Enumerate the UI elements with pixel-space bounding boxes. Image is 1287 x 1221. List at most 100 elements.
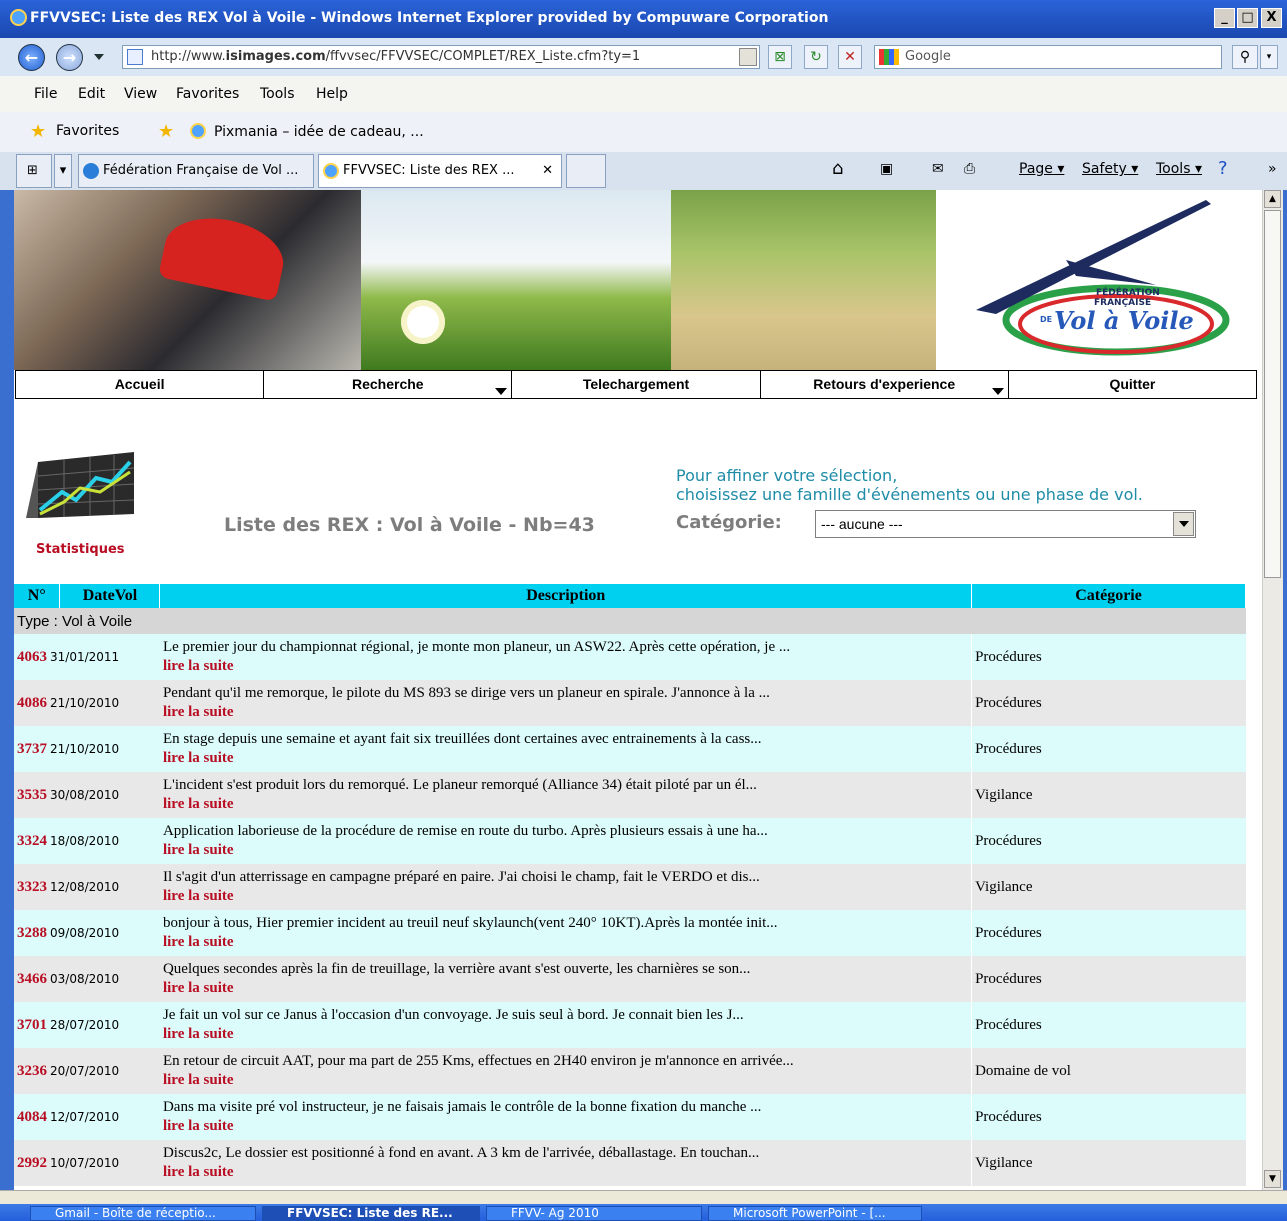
search-icon[interactable]: ⚲ — [1232, 45, 1258, 69]
dropdown-arrow-icon[interactable] — [1173, 512, 1194, 536]
print-icon[interactable]: ⎙ — [964, 161, 975, 177]
nav-quitter[interactable]: Quitter — [1009, 371, 1256, 398]
stop-icon[interactable]: ✕ — [838, 45, 862, 69]
tab-list-dropdown[interactable]: ▾ — [54, 154, 72, 188]
menu-favorites[interactable]: Favorites — [176, 86, 239, 102]
statistics-link[interactable] — [24, 452, 136, 520]
header-date[interactable]: DateVol — [59, 584, 161, 608]
category-cell: Procédures — [971, 910, 1246, 956]
read-more-link[interactable]: lire la suite — [163, 657, 970, 676]
favorite-link-pixmania[interactable]: Pixmania – idée de cadeau, ... — [214, 124, 424, 140]
description-cell: Le premier jour du championnat régional,… — [159, 634, 972, 680]
table-row: 4084 12/07/2010 Dans ma visite pré vol ins… — [14, 1094, 1246, 1140]
vertical-scrollbar[interactable]: ▲ ▼ — [1262, 190, 1283, 1190]
nav-recherche[interactable]: Recherche — [264, 371, 513, 398]
rex-number-link[interactable]: 4084 — [17, 1109, 47, 1125]
rex-number-link[interactable]: 3701 — [17, 1017, 47, 1033]
mail-icon[interactable]: ✉ — [932, 161, 944, 177]
rex-number-link[interactable]: 3324 — [17, 833, 47, 849]
compat-view-icon[interactable]: ⊠ — [768, 45, 792, 69]
minimize-button[interactable]: _ — [1214, 8, 1235, 28]
table-row: 2992 10/07/2010 Discus2c, Le dossier est p… — [14, 1140, 1246, 1186]
refresh-icon[interactable]: ↻ — [804, 45, 828, 69]
category-cell: Vigilance — [971, 1140, 1246, 1186]
read-more-link[interactable]: lire la suite — [163, 1163, 970, 1182]
header-description[interactable]: Description — [159, 584, 973, 608]
rex-number-link[interactable]: 3236 — [17, 1063, 47, 1079]
scroll-up-icon[interactable]: ▲ — [1264, 190, 1281, 208]
table-row: 3236 20/07/2010 En retour de circuit AAT, … — [14, 1048, 1246, 1094]
taskbar-ffvv-folder[interactable]: FFVV- Ag 2010 — [486, 1206, 702, 1221]
rex-number-link[interactable]: 3323 — [17, 879, 47, 895]
rex-number-link[interactable]: 3466 — [17, 971, 47, 987]
table-header-row: N° DateVol Description Catégorie — [14, 584, 1246, 608]
flight-date: 21/10/2010 — [50, 695, 120, 710]
home-icon[interactable]: ⌂ — [832, 158, 843, 179]
read-more-link[interactable]: lire la suite — [163, 841, 970, 860]
add-favorite-icon[interactable]: ★ — [158, 121, 174, 142]
read-more-link[interactable]: lire la suite — [163, 1025, 970, 1044]
forward-button[interactable]: → — [56, 44, 83, 71]
scroll-down-icon[interactable]: ▼ — [1264, 1170, 1281, 1188]
rex-number-link[interactable]: 3535 — [17, 787, 47, 803]
read-more-link[interactable]: lire la suite — [163, 887, 970, 906]
read-more-link[interactable]: lire la suite — [163, 979, 970, 998]
tools-menu[interactable]: Tools ▾ — [1156, 161, 1202, 177]
header-category[interactable]: Catégorie — [971, 584, 1246, 608]
quick-tabs-button[interactable]: ⊞ — [16, 154, 52, 188]
close-tab-icon[interactable]: ✕ — [542, 155, 553, 187]
rex-number-link[interactable]: 3737 — [17, 741, 47, 757]
read-more-link[interactable]: lire la suite — [163, 933, 970, 952]
read-more-link[interactable]: lire la suite — [163, 1117, 970, 1136]
nav-telechargement[interactable]: Telechargement — [512, 371, 761, 398]
read-more-link[interactable]: lire la suite — [163, 1071, 970, 1090]
read-more-link[interactable]: lire la suite — [163, 749, 970, 768]
menu-file[interactable]: File — [34, 86, 57, 102]
rex-number-link[interactable]: 4063 — [17, 649, 47, 665]
new-tab-button[interactable] — [566, 154, 606, 188]
menu-help[interactable]: Help — [316, 86, 348, 102]
taskbar-ffvvsec[interactable]: FFVVSEC: Liste des RE... — [262, 1206, 480, 1221]
description-cell: Pendant qu'il me remorque, le pilote du … — [159, 680, 972, 726]
rex-number-link[interactable]: 4086 — [17, 695, 47, 711]
flight-date: 30/08/2010 — [50, 787, 120, 802]
description-text: En retour de circuit AAT, pour ma part d… — [162, 1053, 794, 1069]
search-input[interactable]: Google — [874, 45, 1222, 69]
favorites-button[interactable]: Favorites — [56, 123, 119, 139]
history-dropdown-icon[interactable] — [94, 54, 104, 60]
description-cell: Il s'agit d'un atterrissage en campagne … — [159, 864, 972, 910]
tab-ffvvsec[interactable]: FFVVSEC: Liste des REX ... ✕ — [318, 154, 562, 188]
menu-view[interactable]: View — [124, 86, 157, 102]
type-row: Type : Vol à Voile — [14, 608, 1246, 634]
safety-menu[interactable]: Safety ▾ — [1082, 161, 1138, 177]
rex-number-link[interactable]: 3288 — [17, 925, 47, 941]
clover-flower-shape — [401, 300, 445, 344]
taskbar-powerpoint[interactable]: Microsoft PowerPoint - [... — [708, 1206, 922, 1221]
maximize-button[interactable]: □ — [1237, 8, 1258, 28]
statistics-label[interactable]: Statistiques — [36, 542, 125, 557]
refine-hint: Pour affiner votre sélection, choisissez… — [676, 466, 1143, 504]
page-menu[interactable]: Page ▾ — [1019, 161, 1064, 177]
tab-federation[interactable]: Fédération Française de Vol ... — [78, 154, 314, 188]
address-bar[interactable]: http://www.isimages.com/ffvvsec/FFVVSEC/… — [122, 45, 760, 69]
nav-retours[interactable]: Retours d'experience — [761, 371, 1009, 398]
category-select[interactable]: --- aucune --- — [815, 510, 1196, 538]
address-dropdown-button[interactable] — [739, 48, 757, 66]
nav-label: Retours d'experience — [813, 376, 956, 392]
category-cell: Vigilance — [971, 864, 1246, 910]
nav-accueil[interactable]: Accueil — [16, 371, 265, 398]
help-icon[interactable]: ? — [1218, 158, 1228, 179]
menu-edit[interactable]: Edit — [78, 86, 105, 102]
taskbar-gmail[interactable]: Gmail - Boîte de réceptio... — [30, 1206, 256, 1221]
read-more-link[interactable]: lire la suite — [163, 703, 970, 722]
back-button[interactable]: ← — [18, 44, 45, 71]
close-window-button[interactable]: X — [1261, 8, 1282, 28]
feeds-icon[interactable]: ▣ — [880, 161, 893, 177]
scroll-thumb[interactable] — [1264, 210, 1281, 578]
read-more-link[interactable]: lire la suite — [163, 795, 970, 814]
more-commands-icon[interactable]: » — [1268, 161, 1277, 177]
header-number[interactable]: N° — [14, 584, 61, 608]
search-options-icon[interactable]: ▾ — [1260, 45, 1278, 69]
rex-number-link[interactable]: 2992 — [17, 1155, 47, 1171]
menu-tools[interactable]: Tools — [260, 86, 295, 102]
